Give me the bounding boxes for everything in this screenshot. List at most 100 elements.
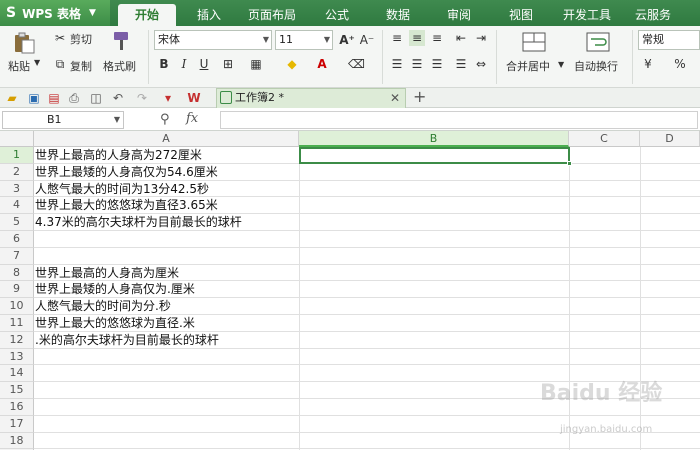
name-box[interactable]: B1 ▼: [2, 111, 124, 129]
font-shrink-button[interactable]: A⁻: [358, 32, 376, 48]
justify-icon[interactable]: ☰: [453, 56, 469, 72]
italic-button[interactable]: I: [176, 56, 192, 72]
cell-a12[interactable]: .米的高尔夫球杆为目前最长的球杆: [35, 332, 219, 349]
app-menu-button[interactable]: S WPS 表格 ▼: [0, 0, 110, 26]
print-icon[interactable]: ⎙: [66, 90, 82, 106]
tab-insert[interactable]: 插入: [184, 4, 234, 26]
row-header[interactable]: 8: [0, 264, 34, 282]
column-header-a[interactable]: A: [34, 131, 299, 147]
align-middle-icon[interactable]: ≡: [409, 30, 425, 46]
indent-increase-icon[interactable]: ⇥: [473, 30, 489, 46]
bold-button[interactable]: B: [156, 56, 172, 72]
scissors-icon[interactable]: ✂: [52, 30, 68, 46]
align-center-icon[interactable]: ☰: [409, 56, 425, 72]
cell-a10[interactable]: 人憋气最大的时间为分.秒: [35, 298, 171, 315]
format-painter-button[interactable]: 格式刷: [103, 58, 136, 74]
wrap-text-icon[interactable]: [585, 31, 611, 53]
row-header[interactable]: 6: [0, 231, 34, 248]
row-header[interactable]: 16: [0, 399, 34, 416]
close-icon[interactable]: ✕: [390, 89, 400, 107]
row-header[interactable]: 15: [0, 382, 34, 399]
cell-a2[interactable]: 世界上最矮的人身高仅为54.6厘米: [35, 164, 218, 181]
row-header[interactable]: 4: [0, 197, 34, 215]
currency-icon[interactable]: ¥: [640, 56, 656, 72]
formula-input[interactable]: [220, 111, 698, 129]
row-header[interactable]: 3: [0, 180, 34, 198]
row-header[interactable]: 10: [0, 298, 34, 315]
redo-icon[interactable]: ↷: [134, 90, 150, 106]
row-header[interactable]: 5: [0, 214, 34, 231]
cell-a4[interactable]: 世界上最大的悠悠球为直径3.65米: [35, 197, 218, 214]
tab-home[interactable]: 开始: [118, 4, 176, 26]
copy-icon[interactable]: ⧉: [52, 56, 68, 72]
align-left-icon[interactable]: ☰: [389, 56, 405, 72]
distribute-icon[interactable]: ⇔: [473, 56, 489, 72]
cell-a1[interactable]: 世界上最高的人身高为272厘米: [35, 147, 202, 164]
wrap-text-button[interactable]: 自动换行: [574, 58, 618, 74]
row-header[interactable]: 13: [0, 348, 34, 366]
align-right-icon[interactable]: ☰: [429, 56, 445, 72]
column-header-d[interactable]: D: [640, 131, 700, 147]
paste-icon[interactable]: [11, 32, 37, 54]
percent-button[interactable]: %: [672, 56, 688, 72]
cell-a8[interactable]: 世界上最高的人身高为厘米: [35, 265, 179, 282]
tab-data[interactable]: 数据: [375, 4, 421, 26]
zoom-icon[interactable]: ⚲: [160, 112, 170, 127]
row-header[interactable]: 9: [0, 281, 34, 299]
row-header[interactable]: 11: [0, 315, 34, 332]
underline-button[interactable]: U: [196, 56, 212, 72]
align-top-icon[interactable]: ≡: [389, 30, 405, 46]
font-size-select[interactable]: 11 ▼: [275, 30, 333, 50]
row-header[interactable]: 7: [0, 247, 34, 265]
font-color-icon[interactable]: A: [314, 56, 330, 72]
paste-dropdown-icon[interactable]: ▼: [34, 58, 40, 67]
tab-cloud[interactable]: 云服务: [626, 4, 680, 26]
tab-review[interactable]: 审阅: [436, 4, 482, 26]
customize-quick-access-icon[interactable]: ▾: [160, 90, 176, 106]
fill-pattern-icon[interactable]: ▦: [248, 56, 264, 72]
fill-handle[interactable]: [567, 161, 572, 166]
wps-docer-icon[interactable]: W: [186, 90, 202, 106]
copy-button[interactable]: 复制: [70, 58, 92, 74]
row-header[interactable]: 2: [0, 163, 34, 181]
tab-developer[interactable]: 开发工具: [556, 4, 618, 26]
undo-icon[interactable]: ↶: [110, 90, 126, 106]
merge-center-button[interactable]: 合并居中: [506, 58, 550, 74]
align-bottom-icon[interactable]: ≡: [429, 30, 445, 46]
cell-a3[interactable]: 人憋气最大的时间为13分42.5秒: [35, 181, 209, 198]
border-icon[interactable]: ⊞: [220, 56, 236, 72]
row-header[interactable]: 12: [0, 331, 34, 349]
fill-color-icon[interactable]: ◆: [284, 56, 300, 72]
clear-format-icon[interactable]: ⌫: [348, 56, 365, 72]
font-grow-button[interactable]: A⁺: [338, 32, 356, 48]
chevron-down-icon[interactable]: ▼: [558, 60, 564, 69]
tab-formulas[interactable]: 公式: [314, 4, 360, 26]
number-format-select[interactable]: 常规: [638, 30, 700, 50]
row-header[interactable]: 14: [0, 365, 34, 383]
cell-a11[interactable]: 世界上最大的悠悠球为直径.米: [35, 315, 195, 332]
row-header[interactable]: 18: [0, 432, 34, 450]
merge-center-icon[interactable]: [521, 31, 547, 53]
format-painter-icon[interactable]: [108, 30, 134, 52]
new-tab-button[interactable]: +: [413, 87, 426, 106]
column-header-c[interactable]: C: [569, 131, 640, 147]
cell-a9[interactable]: 世界上最矮的人身高仅为.厘米: [35, 281, 195, 298]
open-folder-icon[interactable]: ▰: [4, 90, 20, 106]
print-preview-icon[interactable]: ◫: [88, 90, 104, 106]
font-name-select[interactable]: 宋体 ▼: [154, 30, 272, 50]
save-icon[interactable]: ▣: [26, 90, 42, 106]
export-pdf-icon[interactable]: ▤: [46, 90, 62, 106]
select-all-corner[interactable]: [0, 131, 34, 147]
active-cell-b1[interactable]: [299, 147, 572, 166]
cut-button[interactable]: 剪切: [70, 31, 92, 47]
paste-button[interactable]: 粘贴: [8, 58, 30, 74]
tab-view[interactable]: 视图: [498, 4, 544, 26]
tab-page-layout[interactable]: 页面布局: [240, 4, 304, 26]
cell-a5[interactable]: 4.37米的高尔夫球杆为目前最长的球杆: [35, 214, 242, 231]
row-header[interactable]: 1: [0, 147, 34, 164]
indent-decrease-icon[interactable]: ⇤: [453, 30, 469, 46]
column-header-b[interactable]: B: [299, 131, 569, 147]
row-header[interactable]: 17: [0, 415, 34, 433]
function-button[interactable]: fx: [186, 111, 198, 126]
document-tab[interactable]: 工作簿2 * ✕: [216, 88, 406, 108]
